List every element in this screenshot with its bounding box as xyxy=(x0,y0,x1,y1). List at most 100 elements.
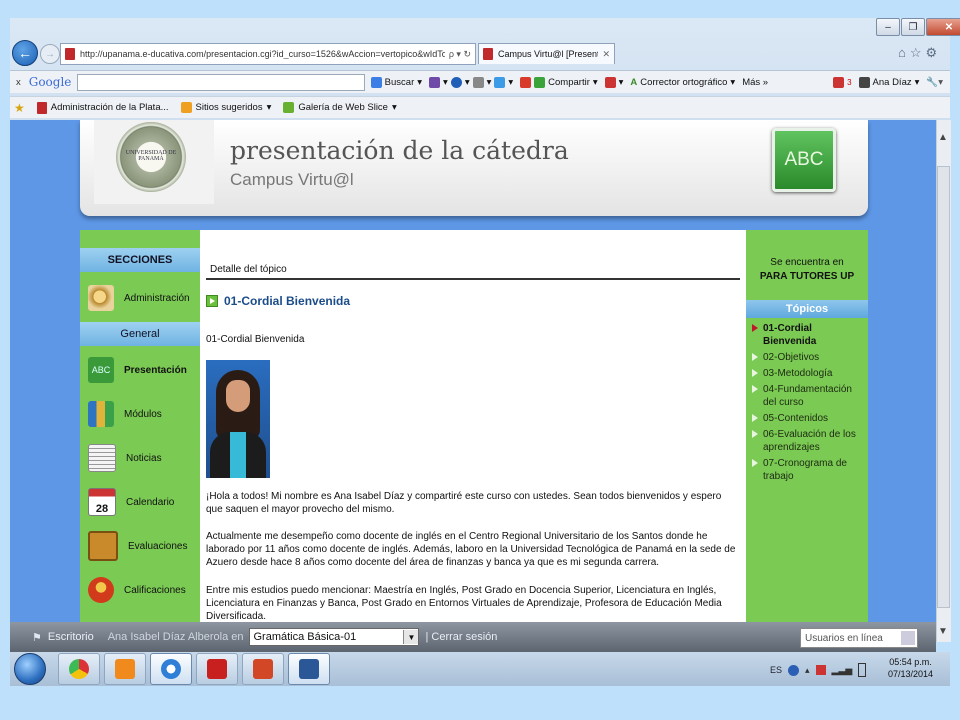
desk-link[interactable]: Escritorio xyxy=(48,631,94,643)
restore-button[interactable]: ❐ xyxy=(901,18,925,36)
arrow-icon xyxy=(752,369,758,377)
help-icon[interactable] xyxy=(788,664,800,676)
more-button[interactable]: Más » xyxy=(742,77,768,88)
google-g-icon xyxy=(370,76,382,88)
signal-icon[interactable]: ▂▃▅ xyxy=(832,665,853,676)
scroll-down-icon[interactable]: ▼ xyxy=(938,626,948,637)
menu-item-evaluaciones[interactable]: Evaluaciones xyxy=(88,528,200,564)
forward-button[interactable]: → xyxy=(40,44,60,64)
translate-button[interactable]: ▾ xyxy=(604,76,623,88)
back-button[interactable]: ← xyxy=(12,40,38,66)
home-favorites-tools-icons[interactable]: ⌂☆⚙ xyxy=(898,45,941,61)
arrow-icon xyxy=(752,430,758,438)
page-viewport: UNIVERSIDAD DE PANAMÁ presentación de la… xyxy=(10,120,936,622)
users-icon xyxy=(901,631,915,645)
university-logo: UNIVERSIDAD DE PANAMÁ xyxy=(94,120,214,204)
divider xyxy=(206,278,740,280)
google-search-input[interactable] xyxy=(77,73,365,91)
play-arrow-icon xyxy=(206,295,218,307)
toolbar-tools-icons[interactable]: ▾ ▾ ▾ ▾ xyxy=(429,76,513,88)
topic-link[interactable]: 07-Cronograma de trabajo xyxy=(752,457,868,483)
network-icon[interactable]: ▴ xyxy=(805,665,810,676)
user-label: Ana Isabel Díaz Alberola en xyxy=(107,631,244,643)
favorites-bar: ★ Administración de la Plata... Sitios s… xyxy=(10,96,950,118)
favorites-star-icon[interactable]: ★ xyxy=(14,101,25,115)
arrow-icon xyxy=(752,353,758,361)
close-button[interactable]: ✕ xyxy=(926,18,960,36)
user-menu[interactable]: Ana Díaz ▾ xyxy=(858,76,919,88)
tab-close-icon[interactable]: ✕ xyxy=(598,49,614,60)
course-select[interactable]: Gramática Básica-01 ▼ xyxy=(249,628,420,646)
favorite-link-webslice[interactable]: Galería de Web Slice ▾ xyxy=(283,102,397,113)
menu-item-presentacion[interactable]: ABC Presentación xyxy=(88,352,200,388)
battery-icon[interactable] xyxy=(858,663,867,677)
general-header: General xyxy=(80,322,200,346)
detail-label: Detalle del tópico xyxy=(210,264,287,275)
taskbar-ie[interactable] xyxy=(150,653,192,685)
favorite-link-admin[interactable]: Administración de la Plata... xyxy=(36,101,169,114)
university-seal: UNIVERSIDAD DE PANAMÁ xyxy=(116,122,186,192)
powerpoint-icon xyxy=(253,659,273,679)
topics-list: 01-Cordial Bienvenida 02-Objetivos 03-Me… xyxy=(752,322,868,486)
menu-item-modulos[interactable]: Módulos xyxy=(88,396,200,432)
flag-icon[interactable] xyxy=(815,665,826,675)
logout-link[interactable]: | Cerrar sesión xyxy=(425,631,497,643)
minimize-button[interactable]: ‒ xyxy=(876,18,900,36)
address-tools[interactable]: ρ ▾ ↻ xyxy=(445,49,475,60)
topic-link[interactable]: 02-Objetivos xyxy=(752,351,868,364)
scrollbar-thumb[interactable] xyxy=(937,166,950,608)
teacher-photo xyxy=(206,360,270,478)
topic-link[interactable]: 06-Evaluación de los aprendizajes xyxy=(752,428,868,454)
toolbar-close-icon[interactable]: x xyxy=(16,77,21,88)
arrow-icon xyxy=(752,385,758,393)
address-text[interactable]: http://upanama.e-ducativa.com/presentaci… xyxy=(80,49,445,59)
clipboard-icon xyxy=(88,531,118,561)
scroll-up-icon[interactable]: ▲ xyxy=(938,132,948,143)
menu-item-noticias[interactable]: Noticias xyxy=(88,440,200,476)
menu-item-calificaciones[interactable]: Calificaciones xyxy=(88,572,200,608)
newspaper-icon xyxy=(88,444,116,472)
google-logo: Google xyxy=(28,75,72,89)
abc-board-icon: ABC xyxy=(772,128,836,192)
spellcheck-button[interactable]: A Corrector ortográfico ▾ xyxy=(630,77,735,88)
binders-icon xyxy=(88,401,114,427)
topic-link[interactable]: 05-Contenidos xyxy=(752,412,868,425)
chevron-down-icon: ▼ xyxy=(403,630,419,644)
paragraph-welcome: ¡Hola a todos! Mi nombre es Ana Isabel D… xyxy=(206,491,722,515)
sections-sidebar: SECCIONES Administración General ABC Pre… xyxy=(80,230,200,622)
menu-item-calendario[interactable]: 28 Calendario xyxy=(88,484,200,520)
page-title: presentación de la cátedra xyxy=(230,136,569,165)
sections-header: SECCIONES xyxy=(80,248,200,272)
language-indicator[interactable]: ES xyxy=(770,665,782,675)
browser-tab[interactable]: Campus Virtu@l [Presentac... ✕ xyxy=(478,43,615,64)
chrome-icon xyxy=(69,659,89,679)
site-favicon-icon xyxy=(65,48,75,60)
topic-link[interactable]: 03-Metodología xyxy=(752,367,868,380)
search-button[interactable]: Buscar ▾ xyxy=(370,76,422,88)
arrow-icon xyxy=(752,324,758,332)
topics-header: Tópicos xyxy=(746,300,868,318)
spellcheck-icon: A xyxy=(630,76,638,88)
taskbar-word[interactable] xyxy=(288,653,330,685)
address-bar[interactable]: http://upanama.e-ducativa.com/presentaci… xyxy=(60,43,476,65)
tab-favicon-icon xyxy=(483,48,493,60)
menu-item-admin[interactable]: Administración xyxy=(88,280,200,316)
start-button[interactable] xyxy=(14,653,46,685)
topic-link[interactable]: 04-Fundamentación del curso xyxy=(752,383,868,409)
user-avatar xyxy=(858,76,870,88)
google-toolbar: x Google Buscar ▾ ▾ ▾ ▾ ▾ Compartir ▾ ▾ A Co… xyxy=(10,70,950,93)
magnifier-tools-icon xyxy=(88,285,114,311)
clock[interactable]: 05:54 p.m. 07/13/2014 xyxy=(888,656,933,680)
taskbar-powerpoint[interactable] xyxy=(242,653,284,685)
favorite-link-suggested[interactable]: Sitios sugeridos ▾ xyxy=(180,102,271,113)
users-online-button[interactable]: Usuarios en línea xyxy=(800,628,918,648)
share-button[interactable]: Compartir ▾ xyxy=(520,76,598,88)
desk-flag-icon: ⚑ xyxy=(32,631,42,644)
wrench-icon[interactable]: 🔧▾ xyxy=(926,77,943,88)
taskbar-media[interactable] xyxy=(104,653,146,685)
taskbar-chrome[interactable] xyxy=(58,653,100,685)
taskbar-acrobat[interactable] xyxy=(196,653,238,685)
topic-subtitle: 01-Cordial Bienvenida xyxy=(206,334,305,345)
topic-link[interactable]: 01-Cordial Bienvenida xyxy=(752,322,868,348)
notification-icon[interactable]: 3 xyxy=(833,76,852,88)
